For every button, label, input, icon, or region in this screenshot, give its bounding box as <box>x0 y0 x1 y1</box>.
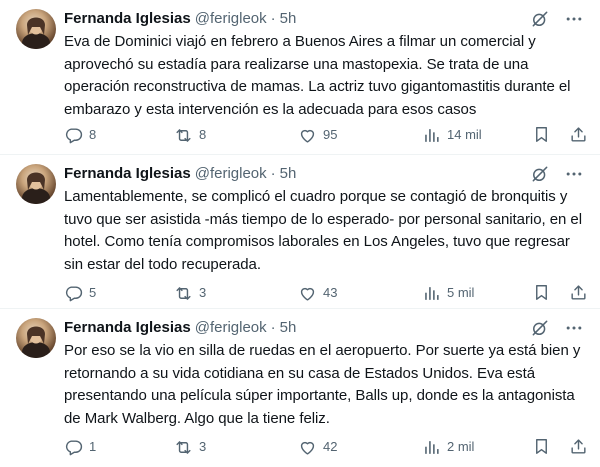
views-button[interactable]: 14 mil <box>422 125 482 145</box>
reply-icon <box>64 126 83 145</box>
author-name[interactable]: Fernanda Iglesias <box>64 164 191 184</box>
repost-icon <box>174 284 193 303</box>
repost-count: 3 <box>199 285 207 300</box>
bookmark-icon[interactable] <box>532 437 551 456</box>
avatar[interactable] <box>16 318 56 358</box>
tweet-actions: 8 8 95 14 mil <box>64 125 586 145</box>
repost-count: 3 <box>199 439 207 454</box>
avatar[interactable] <box>16 9 56 49</box>
reply-button[interactable]: 1 <box>64 437 96 457</box>
reply-button[interactable]: 8 <box>64 125 96 145</box>
tweet-text: Lamentablemente, se complicó el cuadro p… <box>64 188 583 273</box>
repost-count: 8 <box>199 127 207 142</box>
grok-icon[interactable] <box>530 9 550 29</box>
repost-icon <box>174 438 193 457</box>
like-button[interactable]: 95 <box>298 125 337 145</box>
tweet-header: Fernanda Iglesias @ferigleok · 5h <box>64 318 584 338</box>
separator-dot: · <box>270 319 276 336</box>
views-count: 14 mil <box>447 127 482 142</box>
timestamp[interactable]: 5h <box>280 164 297 184</box>
reply-count: 8 <box>89 127 97 142</box>
tweet-text: Por eso se la vio en silla de ruedas en … <box>64 342 581 427</box>
like-icon <box>298 438 317 457</box>
author-name[interactable]: Fernanda Iglesias <box>64 318 191 338</box>
author-name[interactable]: Fernanda Iglesias <box>64 9 191 29</box>
tweet-thread: Fernanda Iglesias @ferigleok · 5h Eva de… <box>0 0 600 467</box>
bookmark-icon[interactable] <box>532 125 551 144</box>
like-button[interactable]: 42 <box>298 437 337 457</box>
share-icon[interactable] <box>569 125 588 144</box>
like-count: 43 <box>323 285 338 300</box>
repost-button[interactable]: 3 <box>174 283 206 303</box>
repost-button[interactable]: 8 <box>174 125 206 145</box>
timestamp[interactable]: 5h <box>280 318 297 338</box>
like-count: 95 <box>323 127 338 142</box>
separator-dot: · <box>270 10 276 27</box>
views-count: 5 mil <box>447 285 475 300</box>
more-icon[interactable] <box>564 318 584 338</box>
reply-count: 5 <box>89 285 97 300</box>
tweet-actions: 1 3 42 2 mil <box>64 437 586 457</box>
avatar[interactable] <box>16 164 56 204</box>
timestamp[interactable]: 5h <box>280 9 297 29</box>
share-icon[interactable] <box>569 283 588 302</box>
tweet-header: Fernanda Iglesias @ferigleok · 5h <box>64 164 584 184</box>
more-icon[interactable] <box>564 164 584 184</box>
reply-button[interactable]: 5 <box>64 283 96 303</box>
like-icon <box>298 284 317 303</box>
views-icon <box>422 438 441 457</box>
repost-button[interactable]: 3 <box>174 437 206 457</box>
like-count: 42 <box>323 439 338 454</box>
like-button[interactable]: 43 <box>298 283 337 303</box>
author-handle[interactable]: @ferigleok <box>195 9 267 29</box>
tweet[interactable]: Fernanda Iglesias @ferigleok · 5h Eva de… <box>0 0 600 155</box>
tweet-actions: 5 3 43 5 mil <box>64 283 586 303</box>
more-icon[interactable] <box>564 9 584 29</box>
reply-icon <box>64 438 83 457</box>
author-handle[interactable]: @ferigleok <box>195 164 267 184</box>
views-count: 2 mil <box>447 439 475 454</box>
bookmark-icon[interactable] <box>532 283 551 302</box>
separator-dot: · <box>270 165 276 182</box>
tweet[interactable]: Fernanda Iglesias @ferigleok · 5h Por es… <box>0 309 600 467</box>
views-button[interactable]: 5 mil <box>422 283 474 303</box>
repost-icon <box>174 126 193 145</box>
reply-icon <box>64 284 83 303</box>
grok-icon[interactable] <box>530 318 550 338</box>
grok-icon[interactable] <box>530 164 550 184</box>
tweet-header: Fernanda Iglesias @ferigleok · 5h <box>64 9 584 29</box>
views-button[interactable]: 2 mil <box>422 437 474 457</box>
reply-count: 1 <box>89 439 97 454</box>
like-icon <box>298 126 317 145</box>
views-icon <box>422 126 441 145</box>
views-icon <box>422 284 441 303</box>
tweet[interactable]: Fernanda Iglesias @ferigleok · 5h Lament… <box>0 155 600 309</box>
share-icon[interactable] <box>569 437 588 456</box>
author-handle[interactable]: @ferigleok <box>195 318 267 338</box>
tweet-text: Eva de Dominici viajó en febrero a Bueno… <box>64 33 571 118</box>
